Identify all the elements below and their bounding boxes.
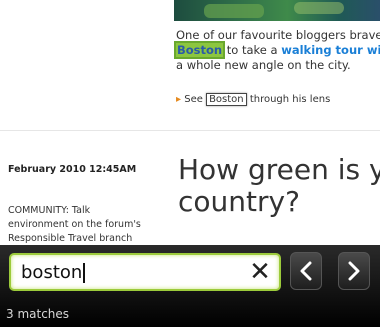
community-line: Responsible Travel branch (8, 233, 133, 244)
walking-tour-link[interactable]: walking tour with (281, 43, 380, 57)
community-text[interactable]: COMMUNITY: Talk environment on the forum… (8, 204, 168, 246)
blank-column (0, 0, 174, 128)
text-cursor (83, 263, 85, 283)
chevron-left-icon (300, 261, 312, 281)
find-input[interactable]: boston ✕ (9, 253, 281, 291)
match-highlight: Boston (206, 93, 247, 106)
story-line: a whole new angle on the city. (176, 58, 351, 72)
see-suffix: through his lens (246, 94, 331, 105)
chevron-right-icon (348, 261, 360, 281)
story-line: Boston to take a walking tour with (173, 41, 380, 59)
article-headline[interactable]: How green is y country? (178, 154, 380, 218)
divider (0, 130, 380, 131)
see-link[interactable]: ▸ See Boston through his lens (176, 93, 330, 106)
story-text-fragment: to take a (223, 43, 282, 57)
find-in-page-bar: boston ✕ 3 matches (0, 245, 380, 327)
next-match-button[interactable] (338, 252, 370, 290)
story-line: One of our favourite bloggers brave (176, 28, 380, 42)
headline-line: country? (178, 185, 300, 218)
match-count: 3 matches (6, 307, 70, 321)
headline-line: How green is y (178, 153, 380, 186)
see-prefix: See (184, 94, 207, 105)
arrow-right-icon: ▸ (176, 94, 182, 105)
close-icon[interactable]: ✕ (247, 258, 273, 286)
story-text: One of our favourite bloggers brave Bost… (173, 28, 380, 73)
active-match-highlight: Boston (173, 41, 226, 59)
find-query: boston (21, 262, 83, 283)
community-line: COMMUNITY: Talk (8, 205, 91, 216)
previous-match-button[interactable] (290, 252, 322, 290)
community-line: environment on the forum's (8, 219, 141, 230)
date-label: February 2010 12:45AM (8, 164, 137, 175)
story-image[interactable] (174, 0, 380, 21)
